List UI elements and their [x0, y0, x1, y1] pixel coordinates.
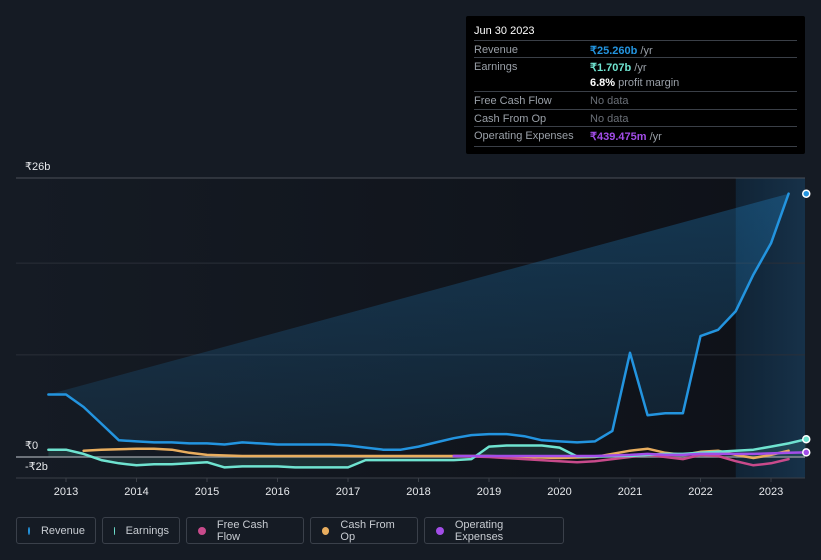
tooltip-row: Free Cash Flow No data	[474, 91, 797, 109]
tooltip-row: Revenue ₹25.260b /yr	[474, 40, 797, 58]
legend-label: Operating Expenses	[454, 518, 504, 543]
tooltip-row-value: ₹1.707b /yr	[590, 62, 647, 74]
tooltip-date: Jun 30 2023	[474, 25, 535, 37]
x-tick-label: 2019	[476, 486, 502, 498]
x-tick-label: 2021	[617, 486, 643, 498]
legend-item-revenue[interactable]: Revenue	[16, 517, 96, 544]
legend-label: Revenue	[40, 524, 85, 537]
x-tick-label: 2020	[547, 486, 572, 498]
y-tick-label-zero: ₹0	[25, 440, 39, 452]
end-marker-revenue	[802, 189, 811, 198]
x-tick-label: 2013	[53, 486, 79, 498]
legend-dot-icon	[322, 526, 330, 535]
tooltip-row: Cash From Op No data	[474, 109, 797, 127]
tooltip-row: Earnings ₹1.707b /yr	[474, 57, 797, 75]
legend-label: Free Cash Flow	[216, 518, 269, 543]
tooltip-row-label: Free Cash Flow	[474, 95, 552, 107]
legend-item-operating-expenses[interactable]: Operating Expenses	[424, 517, 564, 544]
legend-label: Cash From Op	[340, 518, 395, 543]
tooltip-row-label: Earnings	[474, 61, 518, 73]
x-tick-label: 2015	[194, 486, 220, 498]
end-marker-earnings	[802, 434, 811, 444]
y-tick-label-top: ₹26b	[25, 161, 51, 173]
tooltip-row-value: No data	[590, 113, 629, 125]
tooltip-row: 6.8% profit margin	[474, 74, 797, 91]
legend-dot-icon	[198, 526, 206, 535]
x-tick-label: 2023	[758, 486, 784, 498]
tooltip-panel: Jun 30 2023 Revenue ₹25.260b /yr Earnings ₹…	[466, 16, 805, 154]
tooltip-row-label: Revenue	[474, 44, 519, 56]
legend-item-free-cash-flow[interactable]: Free Cash Flow	[186, 517, 304, 544]
x-tick-label: 2016	[265, 486, 290, 498]
tooltip-row-label: Operating Expenses	[474, 130, 574, 142]
legend-item-cash-from-op[interactable]: Cash From Op	[310, 517, 418, 544]
end-marker-operating-expenses	[802, 448, 811, 457]
tooltip-row-value: ₹439.475m /yr	[590, 131, 662, 143]
x-tick-label: 2018	[406, 486, 431, 498]
legend-item-earnings[interactable]: Earnings	[102, 517, 180, 544]
x-tick-label: 2022	[688, 486, 713, 498]
tooltip-row: Operating Expenses ₹439.475m /yr	[474, 126, 797, 144]
legend-label: Earnings	[125, 524, 169, 537]
x-tick-label: 2017	[335, 486, 361, 498]
tooltip-row-value: 6.8% profit margin	[590, 77, 680, 89]
legend-dot-icon	[436, 526, 444, 535]
tooltip-row-value: No data	[590, 95, 629, 107]
x-tick-label: 2014	[124, 486, 149, 498]
legend-dot-icon	[28, 526, 30, 535]
tooltip-row-label: Cash From Op	[474, 113, 547, 125]
legend-dot-icon	[114, 526, 115, 535]
y-tick-label-bottom: -₹2b	[25, 461, 48, 473]
tooltip-divider	[474, 146, 797, 147]
tooltip-row-value: ₹25.260b /yr	[590, 45, 653, 57]
